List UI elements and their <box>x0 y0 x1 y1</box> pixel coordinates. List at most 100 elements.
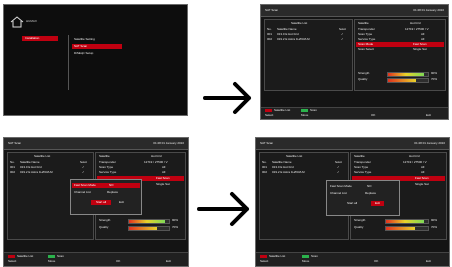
settings-header-left: Satellite <box>358 21 369 25</box>
row-2-name[interactable]: 019.2 E Astra 1H/KR/LM <box>20 170 53 174</box>
row-1-name[interactable]: 013.0 E Hot bird <box>272 165 294 169</box>
popup-label-channel-list: Channel List <box>74 190 91 194</box>
footer-ok[interactable]: OK <box>116 259 120 263</box>
prop-value-4[interactable]: Single Sat <box>415 182 429 186</box>
footer-ok[interactable]: OK <box>374 259 378 263</box>
quality-label: Quality <box>99 225 109 229</box>
prop-value-1[interactable]: All <box>421 32 424 36</box>
row-1-name[interactable]: 013.0 E Hot bird <box>277 32 299 36</box>
row-1-no: 001 <box>262 165 268 169</box>
settings-header-left: Satellite <box>99 154 110 158</box>
footer-bar: Satellite List Select Scan Move OK Exit <box>4 252 188 266</box>
quality-bar <box>128 226 170 231</box>
row-1-name[interactable]: 013.0 E Hot bird <box>20 165 42 169</box>
prop-value-3[interactable]: Fast Scan <box>156 176 170 180</box>
submenu-item-satellite-setting[interactable]: Satellite Setting <box>74 37 95 41</box>
popup-value-fast-scan[interactable]: NO <box>367 184 372 188</box>
row-2-name[interactable]: 019.2 E Astra 1H/KR/LM <box>272 170 305 174</box>
submenu-item-diseqc[interactable]: DiSEqC Setup <box>74 51 93 55</box>
green-key-icon <box>301 109 308 112</box>
green-key-icon <box>302 255 309 258</box>
prop-value-1[interactable]: All <box>162 165 165 169</box>
screen-sat-scan-popup: SAT Scan 01:28 01 January 2010 Satellite… <box>3 137 189 267</box>
settings-header-right: Hot bird <box>151 154 162 158</box>
col-select: Select <box>335 161 342 164</box>
red-key-icon <box>265 109 272 112</box>
submenu-divider <box>68 35 69 90</box>
prop-label-3: Scan Mode <box>358 42 374 46</box>
brand-logo: HUMAX <box>26 19 37 23</box>
satellite-list-title: Satellite List <box>291 21 308 25</box>
strength-label: Strength <box>358 71 370 75</box>
footer-green-bottom: Move <box>48 259 56 263</box>
screen-installation-menu: HUMAX Installation Satellite Setting SAT… <box>3 4 188 116</box>
quality-bar <box>385 226 429 231</box>
fast-scan-popup: Fast Scan Mode NO Channel List Replace S… <box>70 179 142 215</box>
prop-label-2: Service Type <box>99 170 117 174</box>
popup-label-fast-scan: Fast Scan Mode <box>330 184 352 188</box>
row-2-no: 002 <box>10 170 16 174</box>
popup-exit-button[interactable]: Exit <box>119 200 124 204</box>
col-no: No. <box>267 27 272 31</box>
fast-scan-popup: Fast Scan Mode NO Channel List Replace S… <box>326 180 400 216</box>
strength-bar <box>128 219 170 224</box>
prop-label-1: Scan Type <box>358 32 373 36</box>
check-icon: ✓ <box>341 37 344 41</box>
popup-start-button[interactable]: Start all <box>347 201 357 205</box>
prop-value-3[interactable]: Fast Scan <box>413 42 427 46</box>
strength-value: 90% <box>172 218 179 222</box>
popup-value-fast-scan[interactable]: NO <box>109 183 114 187</box>
quality-bar <box>387 78 429 83</box>
quality-fill <box>129 227 157 230</box>
popup-label-channel-list: Channel List <box>330 191 347 195</box>
row-2-name[interactable]: 019.2 E Astra 1H/KR/LM <box>277 37 310 41</box>
prop-value-2[interactable]: All <box>421 37 424 41</box>
prop-value-1[interactable]: All <box>421 165 424 169</box>
settings-header-right: Hot bird <box>410 21 421 25</box>
prop-value-0[interactable]: 12719 / 27500 / V <box>405 27 429 31</box>
footer-exit[interactable]: Exit <box>426 113 431 117</box>
footer-red-top: Satellite List <box>17 254 34 258</box>
strength-bar <box>385 219 429 224</box>
satellite-list-title: Satellite List <box>286 154 303 158</box>
header-title: SAT Scan <box>260 141 274 145</box>
prop-label-0: Transponder <box>354 160 371 164</box>
quality-value: 70% <box>431 77 438 81</box>
footer-green-top: Scan <box>311 254 318 258</box>
popup-value-channel-list[interactable]: Replace <box>365 191 376 195</box>
header-clock: 01:28 01 January 2010 <box>413 8 444 12</box>
col-name: Satellite Name <box>20 160 40 164</box>
header-clock: 01:28 01 January 2010 <box>153 141 184 145</box>
quality-fill <box>388 79 416 82</box>
header-bar: SAT Scan 01:28 01 January 2010 <box>4 138 188 150</box>
popup-exit-button[interactable]: Exit <box>371 201 385 207</box>
col-no: No. <box>262 160 267 164</box>
strength-bar <box>387 72 429 77</box>
col-no: No. <box>10 160 15 164</box>
footer-ok[interactable]: OK <box>371 113 375 117</box>
right-arrow-icon <box>197 190 251 228</box>
prop-value-4[interactable]: Single Sat <box>156 182 170 186</box>
strength-fill <box>388 73 424 76</box>
prop-value-0[interactable]: 12719 / 27500 / V <box>144 160 168 164</box>
prop-value-4[interactable]: Single Sat <box>413 47 427 51</box>
row-1-no: 001 <box>267 32 273 36</box>
prop-value-2[interactable]: All <box>421 170 424 174</box>
footer-exit[interactable]: Exit <box>426 259 431 263</box>
prop-value-0[interactable]: 12719 / 27500 / V <box>403 160 427 164</box>
footer-exit[interactable]: Exit <box>166 259 171 263</box>
footer-green-top: Scan <box>57 254 64 258</box>
header-bar: SAT Scan 01:28 01 January 2010 <box>256 138 449 150</box>
popup-value-channel-list[interactable]: Replace <box>107 190 118 194</box>
check-icon: ✓ <box>337 170 340 174</box>
prop-value-3[interactable]: Fast Scan <box>415 176 429 180</box>
prop-value-2[interactable]: All <box>162 170 165 174</box>
menu-item-installation-label: Installation <box>25 36 40 40</box>
footer-red-bottom: Select <box>260 259 269 263</box>
home-icon <box>10 15 24 28</box>
check-icon: ✓ <box>82 165 85 169</box>
popup-start-button[interactable]: Start all <box>91 200 112 206</box>
header-bar: SAT Scan 01:28 01 January 2010 <box>261 5 448 17</box>
satellite-list-title: Satellite List <box>34 154 51 158</box>
col-select: Select <box>339 28 346 31</box>
